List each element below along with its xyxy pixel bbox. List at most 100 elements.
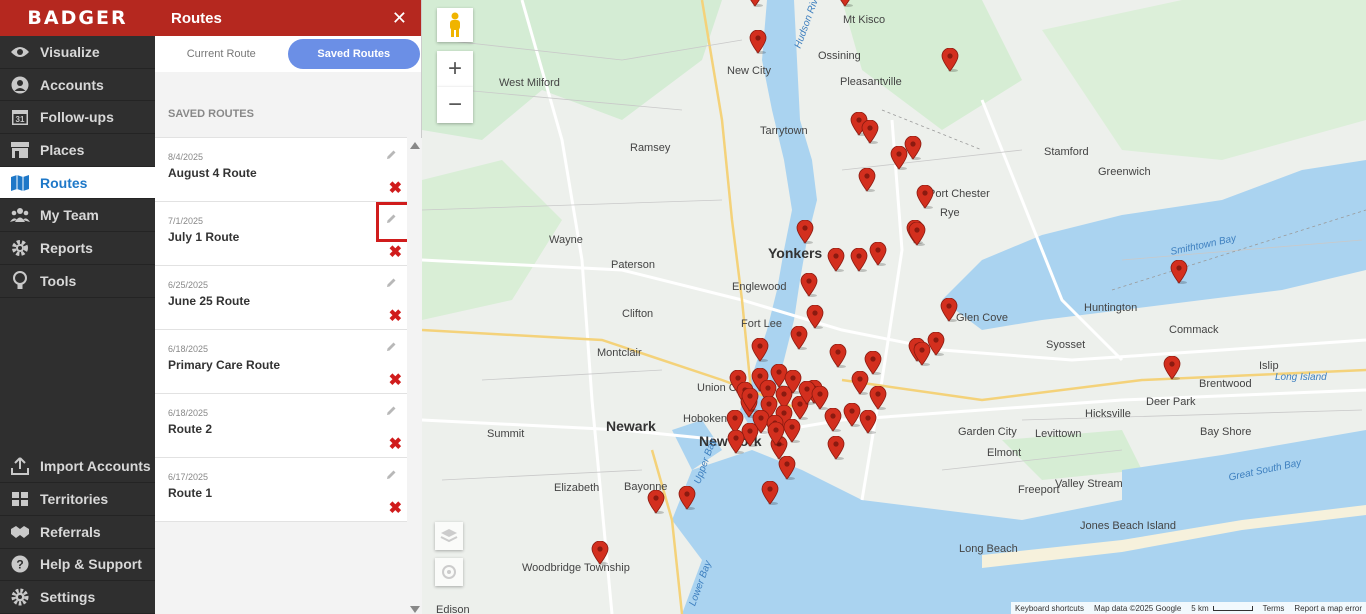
account-marker-pin[interactable] xyxy=(761,480,779,505)
account-marker-pin[interactable] xyxy=(904,135,922,160)
account-marker-pin[interactable] xyxy=(908,221,926,246)
account-marker-pin[interactable] xyxy=(940,297,958,322)
account-marker-pin[interactable] xyxy=(783,418,801,443)
attribution-item[interactable]: Map data ©2025 Google xyxy=(1094,604,1181,613)
nav-item-label: Routes xyxy=(40,174,88,191)
zoom-in-button[interactable]: + xyxy=(437,51,473,87)
delete-route-icon[interactable]: ✖ xyxy=(389,434,402,454)
nav-item-tools[interactable]: Tools xyxy=(0,265,155,298)
account-marker-pin[interactable] xyxy=(806,304,824,329)
route-date: 6/17/2025 xyxy=(168,472,209,482)
nav-item-visualize[interactable]: Visualize xyxy=(0,36,155,69)
delete-route-icon[interactable]: ✖ xyxy=(389,370,402,390)
account-marker-pin[interactable] xyxy=(829,343,847,368)
route-date: 6/18/2025 xyxy=(168,408,209,418)
nav-item-referrals[interactable]: Referrals xyxy=(0,516,155,549)
nav-item-follow-ups[interactable]: 31 Follow-ups xyxy=(0,101,155,135)
scroll-down-icon[interactable] xyxy=(410,606,420,613)
map-label: Garden City xyxy=(958,426,1017,438)
saved-route-row[interactable]: 6/18/2025 Primary Care Route ✖ xyxy=(155,329,407,394)
nav-item-my-team[interactable]: My Team xyxy=(0,199,155,233)
account-marker-pin[interactable] xyxy=(647,489,665,514)
account-marker-pin[interactable] xyxy=(591,540,609,565)
delete-route-icon[interactable]: ✖ xyxy=(389,498,402,518)
panel-title: Routes xyxy=(171,9,222,27)
account-marker-pin[interactable] xyxy=(851,370,869,395)
map-canvas[interactable]: Ossining Mt Kisco New City Pleasantville Wes… xyxy=(422,0,1366,614)
saved-route-row[interactable]: 6/18/2025 Route 2 ✖ xyxy=(155,393,407,458)
account-marker-pin[interactable] xyxy=(836,0,854,7)
close-panel-icon[interactable]: ✕ xyxy=(392,8,407,29)
nav-item-routes[interactable]: Routes xyxy=(0,166,155,200)
account-marker-pin[interactable] xyxy=(778,455,796,480)
map-label: Port Chester xyxy=(928,188,990,200)
account-marker-pin[interactable] xyxy=(790,325,808,350)
saved-route-row[interactable]: 8/4/2025 August 4 Route ✖ xyxy=(155,137,407,202)
account-marker-pin[interactable] xyxy=(1170,259,1188,284)
account-marker-pin[interactable] xyxy=(858,167,876,192)
account-marker-pin[interactable] xyxy=(869,385,887,410)
edit-pencil-icon[interactable] xyxy=(385,212,399,226)
edit-pencil-icon[interactable] xyxy=(385,340,399,354)
nav-item-territories[interactable]: Territories xyxy=(0,483,155,516)
account-marker-pin[interactable] xyxy=(751,337,769,362)
nav-item-label: Places xyxy=(40,141,85,158)
account-marker-pin[interactable] xyxy=(913,341,931,366)
account-marker-pin[interactable] xyxy=(861,119,879,144)
route-name[interactable]: July 1 Route xyxy=(168,230,239,244)
delete-route-icon[interactable]: ✖ xyxy=(389,178,402,198)
nav-item-settings[interactable]: Settings xyxy=(0,581,155,614)
saved-route-row[interactable]: 7/1/2025 July 1 Route ✖ xyxy=(155,201,423,266)
layers-icon[interactable] xyxy=(435,522,463,550)
saved-route-row[interactable]: 6/17/2025 Route 1 ✖ xyxy=(155,457,407,522)
edit-pencil-icon[interactable] xyxy=(385,404,399,418)
attribution-item[interactable]: Report a map error xyxy=(1294,604,1362,613)
attribution-item[interactable]: Terms xyxy=(1263,604,1285,613)
street-view-pegman-icon[interactable] xyxy=(437,8,473,42)
tab-saved-routes[interactable]: Saved Routes xyxy=(287,39,420,69)
account-marker-pin[interactable] xyxy=(850,247,868,272)
nav-item-accounts[interactable]: Accounts xyxy=(0,69,155,102)
nav-item-import-accounts[interactable]: Import Accounts xyxy=(0,451,155,484)
map-label: Elmont xyxy=(987,447,1022,459)
saved-route-row[interactable]: 6/25/2025 June 25 Route ✖ xyxy=(155,265,407,330)
nav-item-places[interactable]: Places xyxy=(0,134,155,167)
zoom-out-button[interactable]: − xyxy=(437,87,473,123)
delete-route-icon[interactable]: ✖ xyxy=(389,242,402,262)
route-name[interactable]: August 4 Route xyxy=(168,166,257,180)
attribution-item[interactable]: Keyboard shortcuts xyxy=(1015,604,1084,613)
account-marker-pin[interactable] xyxy=(796,219,814,244)
account-marker-pin[interactable] xyxy=(800,272,818,297)
account-marker-pin[interactable] xyxy=(824,407,842,432)
scroll-up-icon[interactable] xyxy=(410,142,420,149)
account-marker-pin[interactable] xyxy=(811,385,829,410)
account-marker-pin[interactable] xyxy=(749,29,767,54)
route-name[interactable]: Route 1 xyxy=(168,486,212,500)
account-marker-pin[interactable] xyxy=(1163,355,1181,380)
account-marker-pin[interactable] xyxy=(869,241,887,266)
route-name[interactable]: Primary Care Route xyxy=(168,358,280,372)
account-marker-pin[interactable] xyxy=(746,0,764,7)
edit-pencil-icon[interactable] xyxy=(385,276,399,290)
main-nav: BADGER Visualize Accounts 31 Follow-ups Plac… xyxy=(0,0,155,614)
account-marker-pin[interactable] xyxy=(678,485,696,510)
locate-me-icon[interactable] xyxy=(435,558,463,586)
route-name[interactable]: June 25 Route xyxy=(168,294,250,308)
route-name[interactable]: Route 2 xyxy=(168,422,212,436)
account-marker-pin[interactable] xyxy=(741,387,759,412)
edit-pencil-icon[interactable] xyxy=(385,148,399,162)
delete-route-icon[interactable]: ✖ xyxy=(389,306,402,326)
account-marker-pin[interactable] xyxy=(859,409,877,434)
nav-item-reports[interactable]: Reports xyxy=(0,232,155,265)
account-marker-pin[interactable] xyxy=(727,429,745,454)
account-marker-pin[interactable] xyxy=(941,47,959,72)
routes-scrollbar[interactable] xyxy=(407,138,422,614)
badger-logo[interactable]: BADGER xyxy=(0,0,155,36)
edit-pencil-icon[interactable] xyxy=(385,468,399,482)
tab-current-route[interactable]: Current Route xyxy=(155,39,288,69)
account-marker-pin[interactable] xyxy=(827,435,845,460)
nav-item-help-support[interactable]: ? Help & Support xyxy=(0,549,155,582)
nav-top-items: Visualize Accounts 31 Follow-ups Places Route… xyxy=(0,36,155,298)
account-marker-pin[interactable] xyxy=(827,247,845,272)
account-marker-pin[interactable] xyxy=(916,184,934,209)
